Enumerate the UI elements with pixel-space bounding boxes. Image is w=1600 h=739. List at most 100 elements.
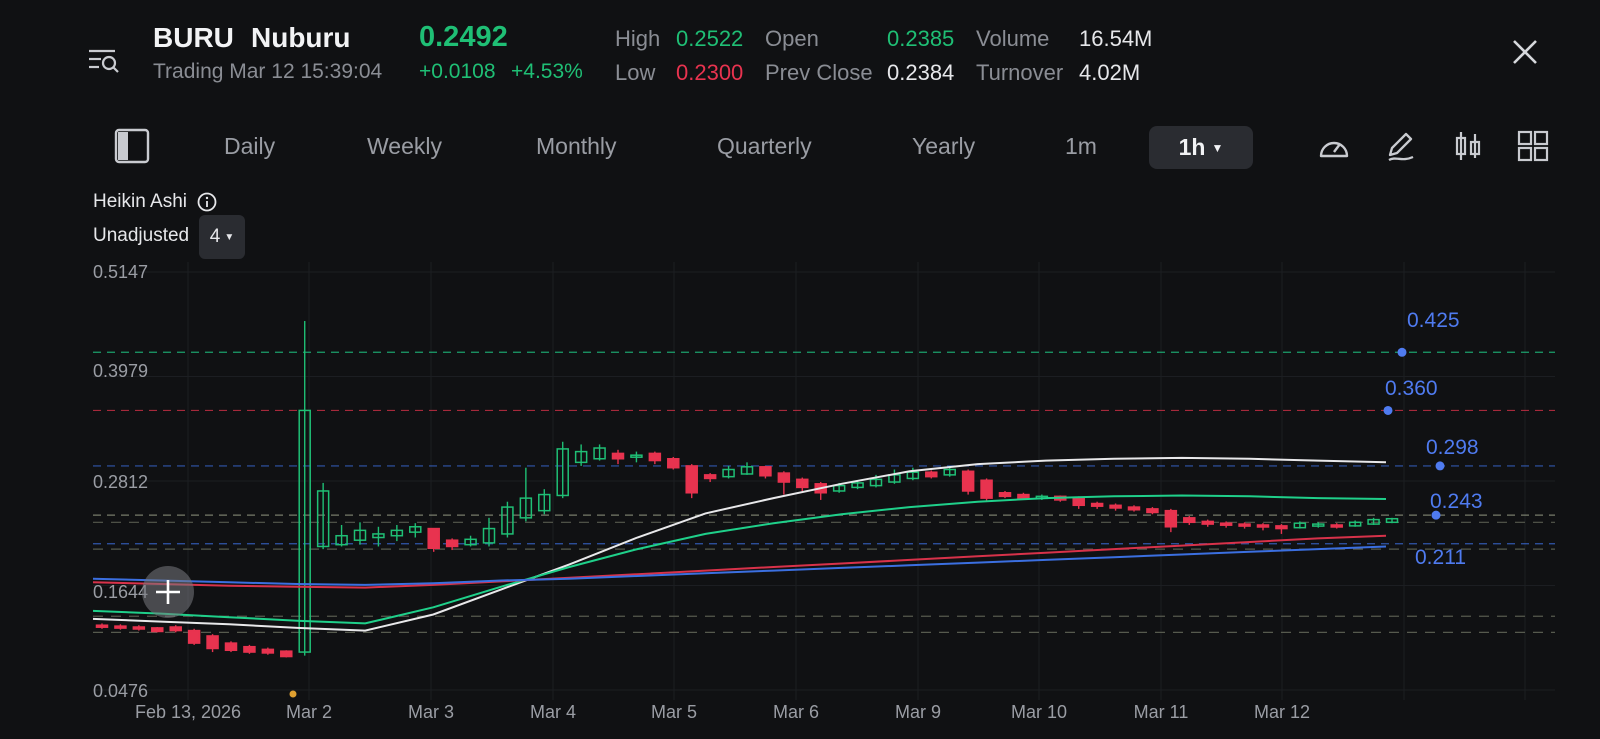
tab-1h-label: 1h	[1178, 134, 1206, 160]
candle-body	[538, 493, 551, 512]
x-tick-label: Mar 2	[285, 702, 333, 722]
candle-body	[261, 648, 275, 654]
turnover-value: 4.02M	[1079, 60, 1141, 85]
x-tick-label: Mar 4	[529, 702, 577, 722]
candle-body	[1127, 506, 1141, 511]
y-tick-label: 0.5147	[93, 262, 149, 282]
candle-body	[1330, 524, 1343, 528]
stock-symbol: BURU	[153, 22, 234, 53]
tab-1h-dropdown[interactable]: 1h ▼	[1149, 126, 1253, 169]
candle-body	[1183, 517, 1196, 524]
candle-body	[95, 624, 109, 628]
candle-body	[888, 474, 901, 483]
candle-body	[316, 490, 330, 548]
tab-monthly[interactable]: Monthly	[536, 133, 617, 160]
candle-body	[132, 626, 146, 630]
crosshair-button[interactable]	[142, 566, 194, 618]
list-search-icon[interactable]	[84, 40, 124, 80]
candle-body	[667, 458, 680, 469]
close-icon[interactable]	[1505, 32, 1545, 72]
layout-toggle-icon[interactable]	[112, 126, 152, 166]
tab-weekly[interactable]: Weekly	[367, 133, 442, 160]
candle-body	[814, 483, 827, 494]
candle-body	[722, 468, 735, 478]
y-tick-label: 0.2812	[93, 472, 149, 492]
turnover-label: Turnover	[976, 60, 1064, 85]
decimal-select-value: 4	[209, 226, 221, 247]
candle-body	[1035, 495, 1049, 500]
prev-close-label: Prev Close	[765, 60, 873, 85]
candle-body	[1090, 502, 1104, 507]
candle-body	[464, 538, 477, 546]
candle-body	[980, 479, 993, 499]
x-tick-label: Mar 10	[1010, 702, 1068, 722]
candle-body	[574, 450, 588, 464]
candle-body	[298, 409, 311, 653]
level-label[interactable]: 0.360	[1385, 377, 1438, 401]
candle-body	[482, 527, 496, 544]
x-tick-label: Mar 5	[650, 702, 698, 722]
x-tick-label: Mar 11	[1133, 702, 1189, 722]
y-tick-label: 0.3979	[93, 361, 149, 381]
moving-average-line	[92, 545, 1387, 586]
x-tick-label: Mar 6	[772, 702, 820, 722]
prev-close-value: 0.2384	[887, 60, 955, 85]
caret-down-icon: ▼	[224, 231, 235, 243]
candle-body	[925, 471, 938, 478]
indicator-icon[interactable]	[1448, 126, 1488, 166]
candle-body	[1367, 518, 1380, 525]
candle-body	[390, 529, 404, 537]
candle-body	[648, 452, 662, 462]
open-label: Open	[765, 26, 819, 51]
candle-body	[1219, 522, 1233, 526]
tab-daily[interactable]: Daily	[224, 133, 275, 160]
level-label[interactable]: 0.425	[1407, 309, 1460, 333]
open-value: 0.2385	[887, 26, 955, 51]
candle-body	[1293, 522, 1307, 529]
candle-body	[1385, 517, 1399, 524]
grid-layout-icon[interactable]	[1513, 126, 1553, 166]
info-icon[interactable]	[195, 190, 219, 214]
candle-body	[998, 492, 1012, 498]
candle-body	[1054, 495, 1067, 501]
level-label[interactable]: 0.211	[1415, 546, 1466, 570]
candle-body	[353, 529, 367, 541]
decimal-select[interactable]: 4 ▼	[199, 215, 245, 259]
candle-body	[280, 650, 293, 658]
candle-body	[224, 642, 238, 652]
candle-body	[1146, 508, 1159, 514]
tab-quarterly[interactable]: Quarterly	[717, 133, 812, 160]
price-change-pct: +4.53%	[511, 60, 583, 83]
candle-body	[501, 506, 514, 535]
candle-body	[777, 472, 791, 483]
event-marker-dot	[289, 690, 297, 698]
gauge-icon[interactable]	[1315, 128, 1353, 166]
level-label[interactable]: 0.298	[1426, 436, 1479, 460]
level-handle-dot	[1383, 405, 1393, 415]
candle-body	[519, 497, 533, 519]
candle-body	[1275, 525, 1288, 530]
candlestick-chart[interactable]	[0, 0, 1600, 739]
candle-body	[740, 466, 754, 475]
x-tick-label: Mar 12	[1253, 702, 1311, 722]
candle-body	[685, 465, 698, 494]
candle-body	[630, 454, 643, 458]
tab-1m[interactable]: 1m	[1065, 133, 1097, 160]
candle-body	[187, 629, 201, 644]
volume-label: Volume	[976, 26, 1050, 51]
candle-body	[445, 539, 459, 548]
tab-yearly[interactable]: Yearly	[912, 133, 975, 160]
y-tick-label: 0.0476	[93, 681, 149, 701]
level-handle-dot	[1397, 347, 1407, 357]
level-handle-dot	[1435, 461, 1445, 471]
candle-body	[1312, 523, 1325, 527]
x-tick-label: Mar 9	[894, 702, 942, 722]
adjust-label: Unadjusted	[93, 225, 190, 246]
chart-type-label: Heikin Ashi	[93, 191, 187, 212]
last-price: 0.2492	[419, 21, 508, 53]
level-label[interactable]: 0.243	[1430, 490, 1483, 514]
trading-status: Trading Mar 12 15:39:04	[153, 60, 383, 83]
candle-body	[114, 625, 127, 629]
candle-body	[1017, 493, 1030, 499]
draw-pen-icon[interactable]	[1381, 126, 1421, 166]
